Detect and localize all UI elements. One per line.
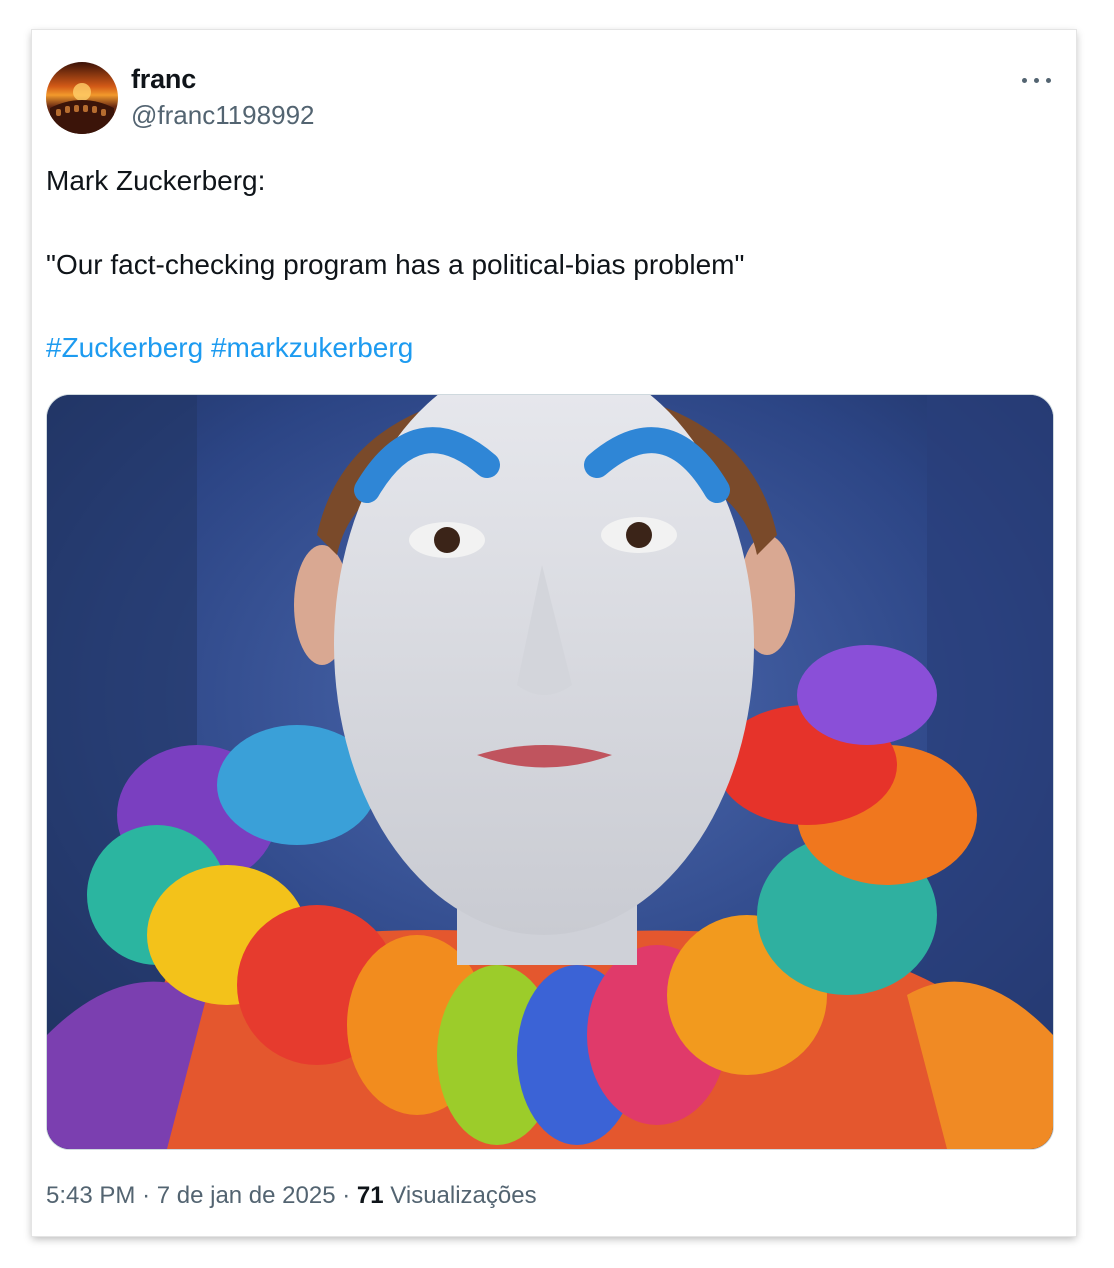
hashtag-link[interactable]: #Zuckerberg — [46, 332, 203, 363]
tweet-text-line-1: Mark Zuckerberg: — [46, 165, 266, 196]
hashtag-row: #Zuckerberg #markzukerberg — [46, 332, 413, 364]
views-count: 71 — [356, 1182, 384, 1209]
separator: · — [142, 1182, 151, 1209]
tweet-card: franc @franc1198992 Mark Zuckerberg: "Ou… — [32, 30, 1076, 1236]
post-date[interactable]: 7 de jan de 2025 — [157, 1182, 336, 1209]
separator: · — [342, 1182, 351, 1209]
tweet-media-image[interactable] — [46, 394, 1054, 1150]
post-time[interactable]: 5:43 PM — [46, 1182, 135, 1209]
tweet-text-quote: "Our fact-checking program has a politic… — [46, 249, 745, 280]
display-name[interactable]: franc — [131, 64, 196, 95]
views-label: Visualizações — [390, 1182, 537, 1209]
user-handle[interactable]: @franc1198992 — [131, 100, 315, 131]
tweet-metadata: 5:43 PM · 7 de jan de 2025 · 71 Visualiz… — [46, 1182, 537, 1210]
hashtag-link[interactable]: #markzukerberg — [211, 332, 413, 363]
clown-portrait-illustration — [47, 395, 1053, 1149]
user-avatar[interactable] — [46, 62, 118, 134]
colosseum-avatar-icon — [50, 83, 114, 134]
more-options-icon[interactable] — [1020, 66, 1054, 94]
